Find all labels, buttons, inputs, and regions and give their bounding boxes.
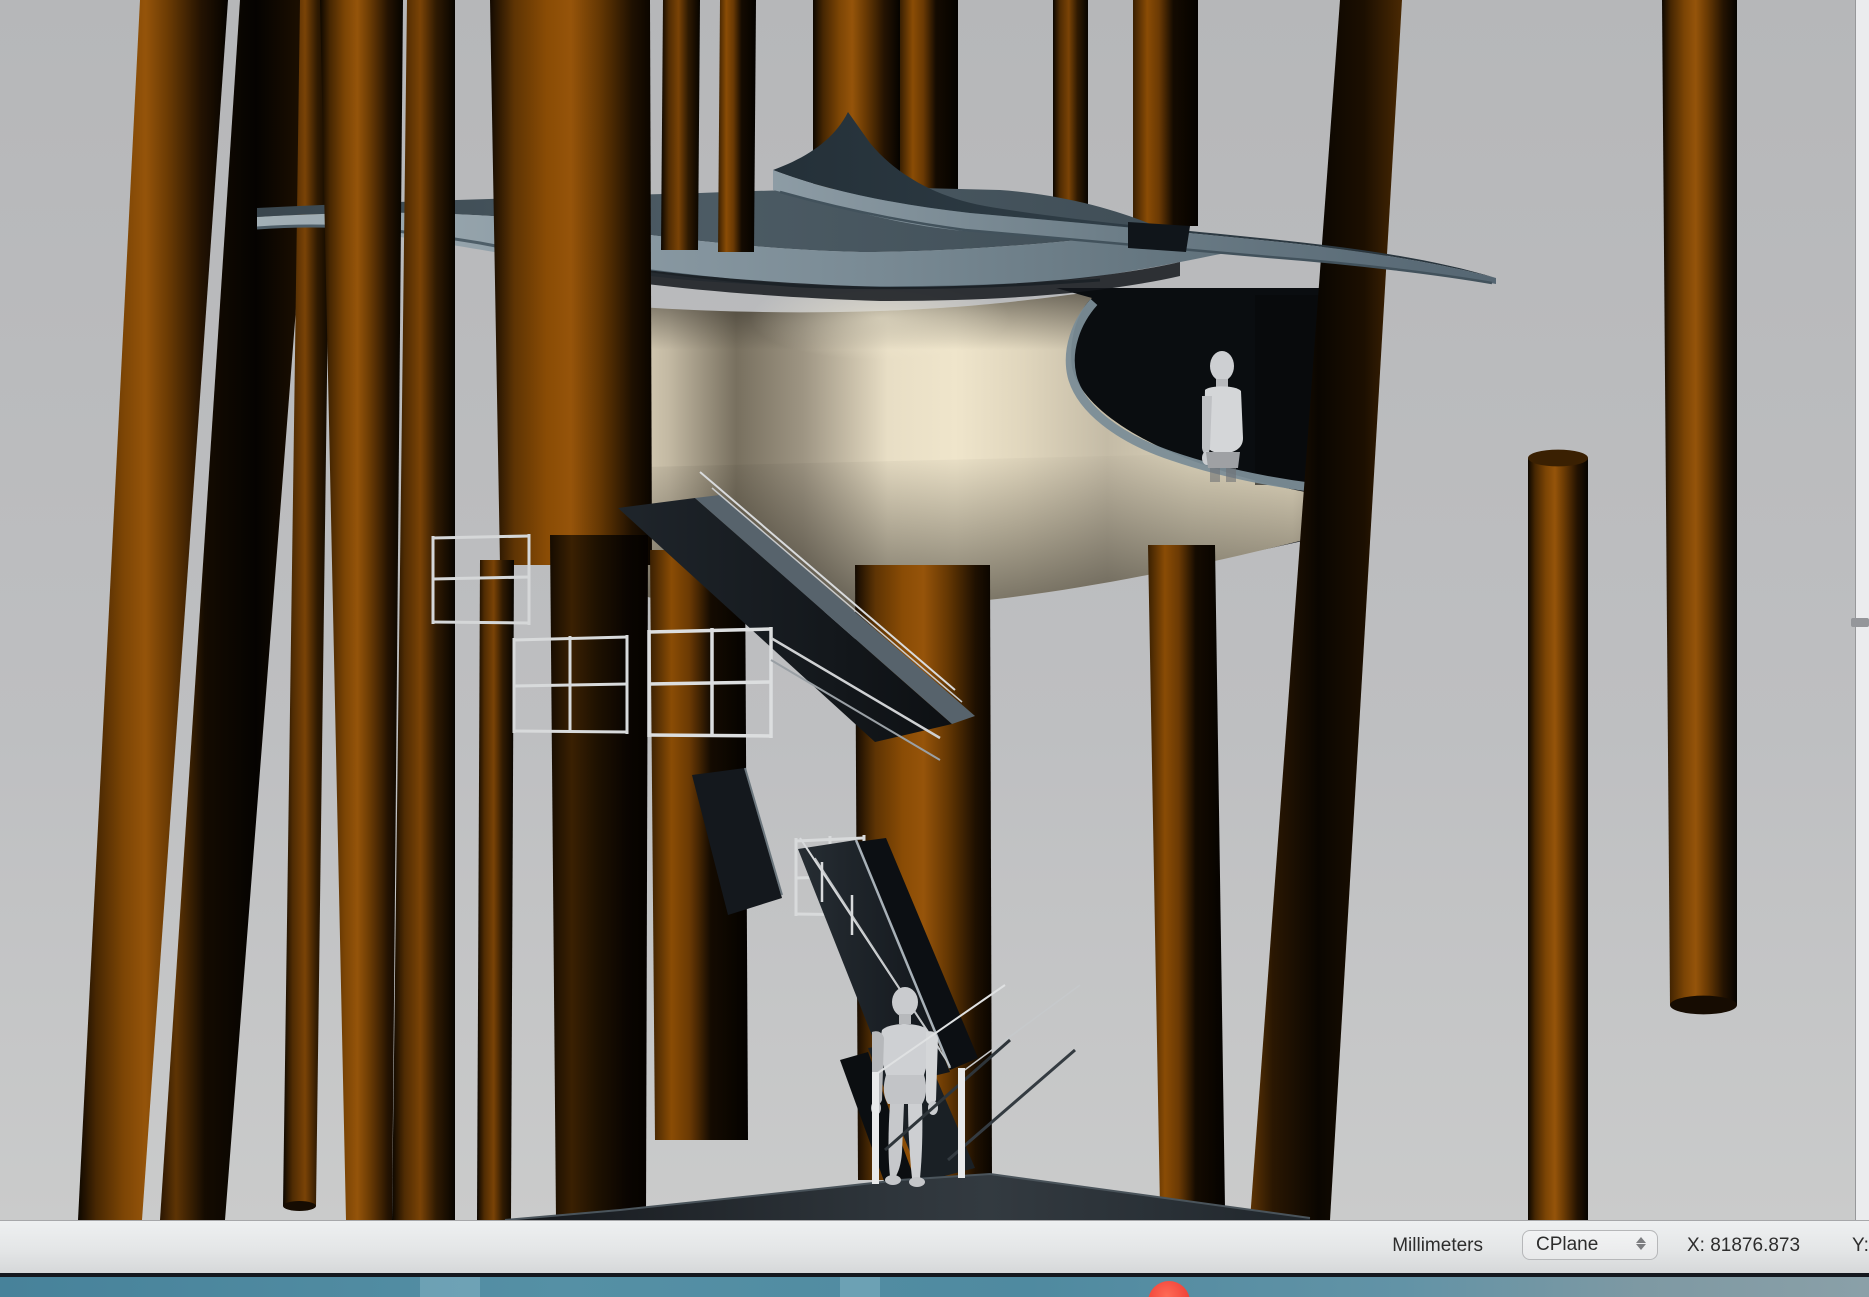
mannequin-upper-hips — [1206, 452, 1240, 468]
railing-post — [958, 1068, 965, 1178]
cplane-dropdown-label: CPlane — [1523, 1234, 1598, 1256]
mannequin-lower-arm-right — [926, 1031, 938, 1104]
roof-side-tab — [1128, 222, 1190, 252]
tree-pole[interactable] — [1133, 0, 1198, 226]
units-indicator[interactable]: Millimeters — [1280, 1235, 1483, 1257]
dock-reflection — [840, 1277, 880, 1297]
y-coordinate-readout: Y: — [1852, 1235, 1869, 1257]
mannequin-lower-foot — [885, 1175, 901, 1185]
panel-divider-handle-icon[interactable] — [1851, 618, 1869, 627]
tree-pole[interactable] — [900, 0, 958, 196]
mannequin-lower-neck — [899, 1014, 911, 1024]
tree-pole[interactable] — [1053, 0, 1088, 208]
3d-viewport[interactable] — [0, 0, 1869, 1220]
status-bar: Millimeters CPlane X: 81876.873 Y: — [0, 1220, 1869, 1273]
mannequin-lower-head — [892, 987, 918, 1017]
dock-app-icon[interactable] — [1148, 1281, 1190, 1297]
dock-reflection — [420, 1277, 480, 1297]
mannequin-upper-leg — [1226, 468, 1236, 482]
tree-pole[interactable] — [1528, 458, 1588, 1220]
tree-pole[interactable] — [477, 560, 514, 1220]
tree-pole-end-cap — [1528, 450, 1588, 467]
mannequin-lower-foot — [909, 1177, 925, 1187]
tree-pole-end-cap — [283, 1201, 316, 1211]
tree-pole[interactable] — [490, 0, 652, 565]
desktop-dock-strip[interactable] — [0, 1277, 1869, 1297]
chevron-up-down-icon — [1635, 1236, 1647, 1254]
mannequin-lower-hips — [884, 1075, 926, 1104]
right-panel-strip[interactable] — [1855, 0, 1869, 1220]
mannequin-upper-leg — [1210, 468, 1220, 482]
x-coordinate-readout: X: 81876.873 — [1687, 1235, 1800, 1257]
tree-pole[interactable] — [661, 0, 700, 250]
mannequin-upper-head — [1210, 351, 1234, 381]
tree-pole[interactable] — [718, 0, 756, 252]
railing-post — [872, 1072, 879, 1184]
cplane-dropdown[interactable]: CPlane — [1522, 1230, 1658, 1260]
rhino-window: { "app": {"name_hint": "3D modeling view… — [0, 0, 1869, 1297]
tree-pole[interactable] — [1148, 545, 1225, 1208]
tree-pole[interactable] — [1662, 0, 1737, 1005]
tree-pole-end-cap — [1670, 996, 1737, 1015]
